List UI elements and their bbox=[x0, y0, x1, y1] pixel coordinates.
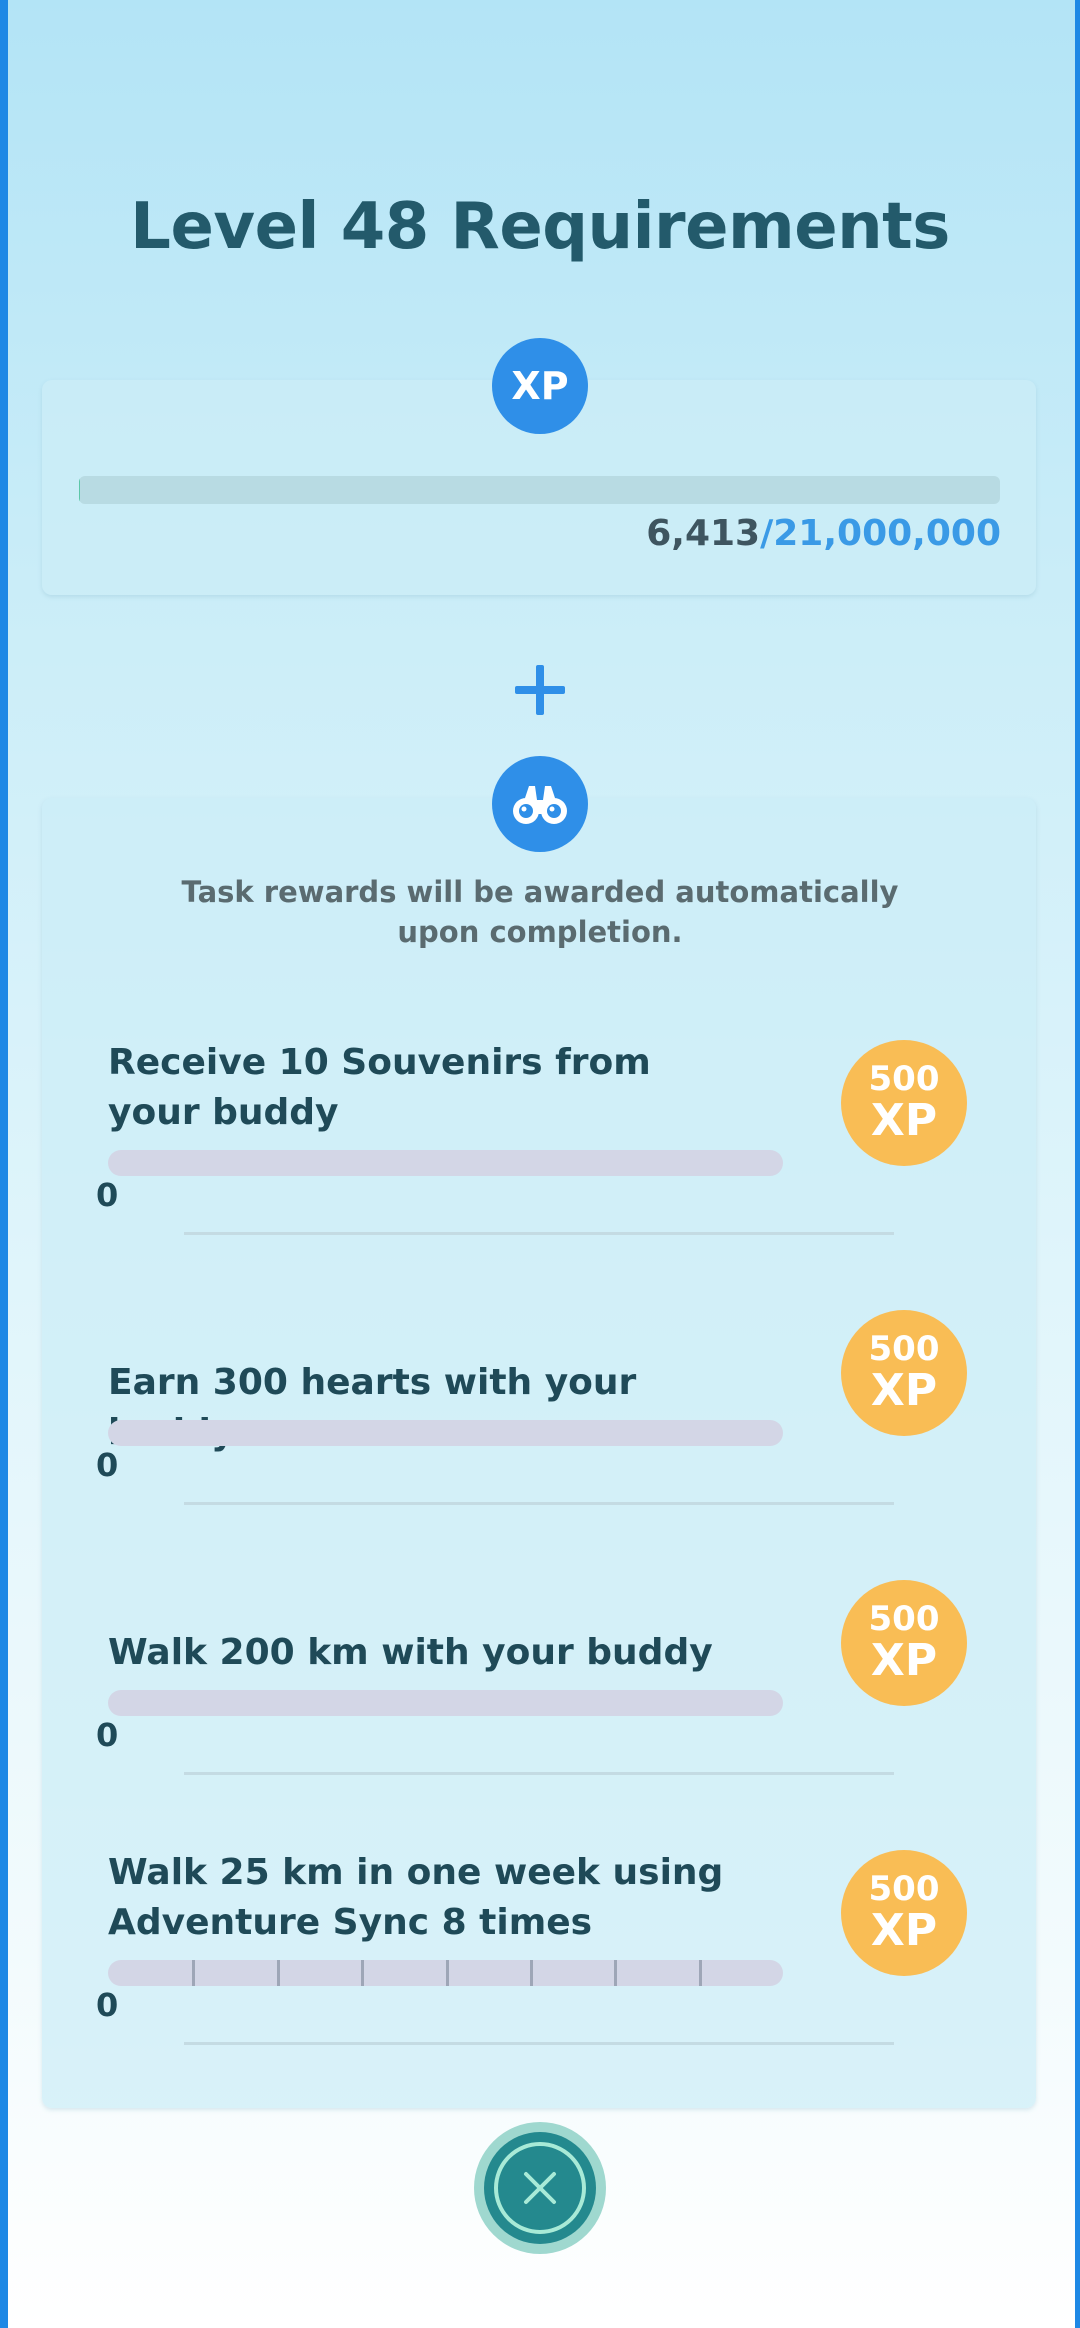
xp-goal: /21,000,000 bbox=[760, 513, 1001, 554]
task-progress-count: 0 bbox=[96, 1716, 119, 1754]
task-progress-bar bbox=[108, 1150, 783, 1176]
progress-segment-tick bbox=[445, 1960, 449, 1986]
task-description: Walk 25 km in one week using Adventure S… bbox=[108, 1852, 724, 1943]
task-progress-count: 0 bbox=[96, 1446, 119, 1484]
reward-amount: 500 bbox=[868, 1059, 940, 1099]
xp-badge: XP bbox=[492, 338, 588, 434]
task-description: Walk 200 km with your buddy bbox=[108, 1632, 713, 1673]
task-progress-bar bbox=[108, 1420, 783, 1446]
close-button-inner bbox=[484, 2132, 596, 2244]
task-divider bbox=[184, 1772, 894, 1775]
reward-unit: XP bbox=[870, 1365, 938, 1416]
task-divider bbox=[184, 1232, 894, 1235]
xp-reward-badge: 500 XP bbox=[841, 1310, 967, 1436]
xp-progress-bar bbox=[79, 476, 1000, 504]
xp-reward-badge: 500 XP bbox=[841, 1040, 967, 1166]
task-item: Receive 10 Souvenirs from your buddy 0 5… bbox=[0, 1018, 1080, 1288]
task-progress-bar bbox=[108, 1690, 783, 1716]
progress-segment-tick bbox=[276, 1960, 280, 1986]
reward-unit: XP bbox=[870, 1905, 938, 1956]
task-item: Earn 300 hearts with your buddy 0 500 XP bbox=[0, 1288, 1080, 1558]
task-description: Receive 10 Souvenirs from your buddy bbox=[108, 1042, 651, 1133]
progress-segment-tick bbox=[698, 1960, 702, 1986]
xp-reward-badge: 500 XP bbox=[841, 1580, 967, 1706]
xp-reward-badge: 500 XP bbox=[841, 1850, 967, 1976]
binoculars-icon bbox=[492, 756, 588, 852]
progress-segment-tick bbox=[192, 1960, 196, 1986]
task-progress-count: 0 bbox=[96, 1176, 119, 1214]
xp-badge-label: XP bbox=[511, 364, 569, 408]
progress-segment-tick bbox=[361, 1960, 365, 1986]
reward-amount: 500 bbox=[868, 1599, 940, 1639]
page-title: Level 48 Requirements bbox=[130, 190, 950, 264]
task-progress-bar-segmented bbox=[108, 1960, 783, 1986]
progress-segment-tick bbox=[614, 1960, 618, 1986]
reward-amount: 500 bbox=[868, 1869, 940, 1909]
task-item: Walk 200 km with your buddy 0 500 XP bbox=[0, 1558, 1080, 1828]
task-progress-count: 0 bbox=[96, 1986, 119, 2024]
xp-progress-value: 6,413/21,000,000 bbox=[646, 513, 1001, 554]
close-button[interactable] bbox=[474, 2122, 606, 2254]
task-divider bbox=[184, 1502, 894, 1505]
reward-unit: XP bbox=[870, 1095, 938, 1146]
task-divider bbox=[184, 2042, 894, 2045]
close-icon bbox=[494, 2142, 586, 2234]
progress-segment-tick bbox=[529, 1960, 533, 1986]
plus-icon bbox=[515, 665, 565, 715]
task-item: Walk 25 km in one week using Adventure S… bbox=[0, 1828, 1080, 2098]
xp-current: 6,413 bbox=[646, 513, 761, 554]
reward-amount: 500 bbox=[868, 1329, 940, 1369]
task-reward-note: Task rewards will be awarded automatical… bbox=[181, 875, 899, 949]
reward-unit: XP bbox=[870, 1635, 938, 1686]
